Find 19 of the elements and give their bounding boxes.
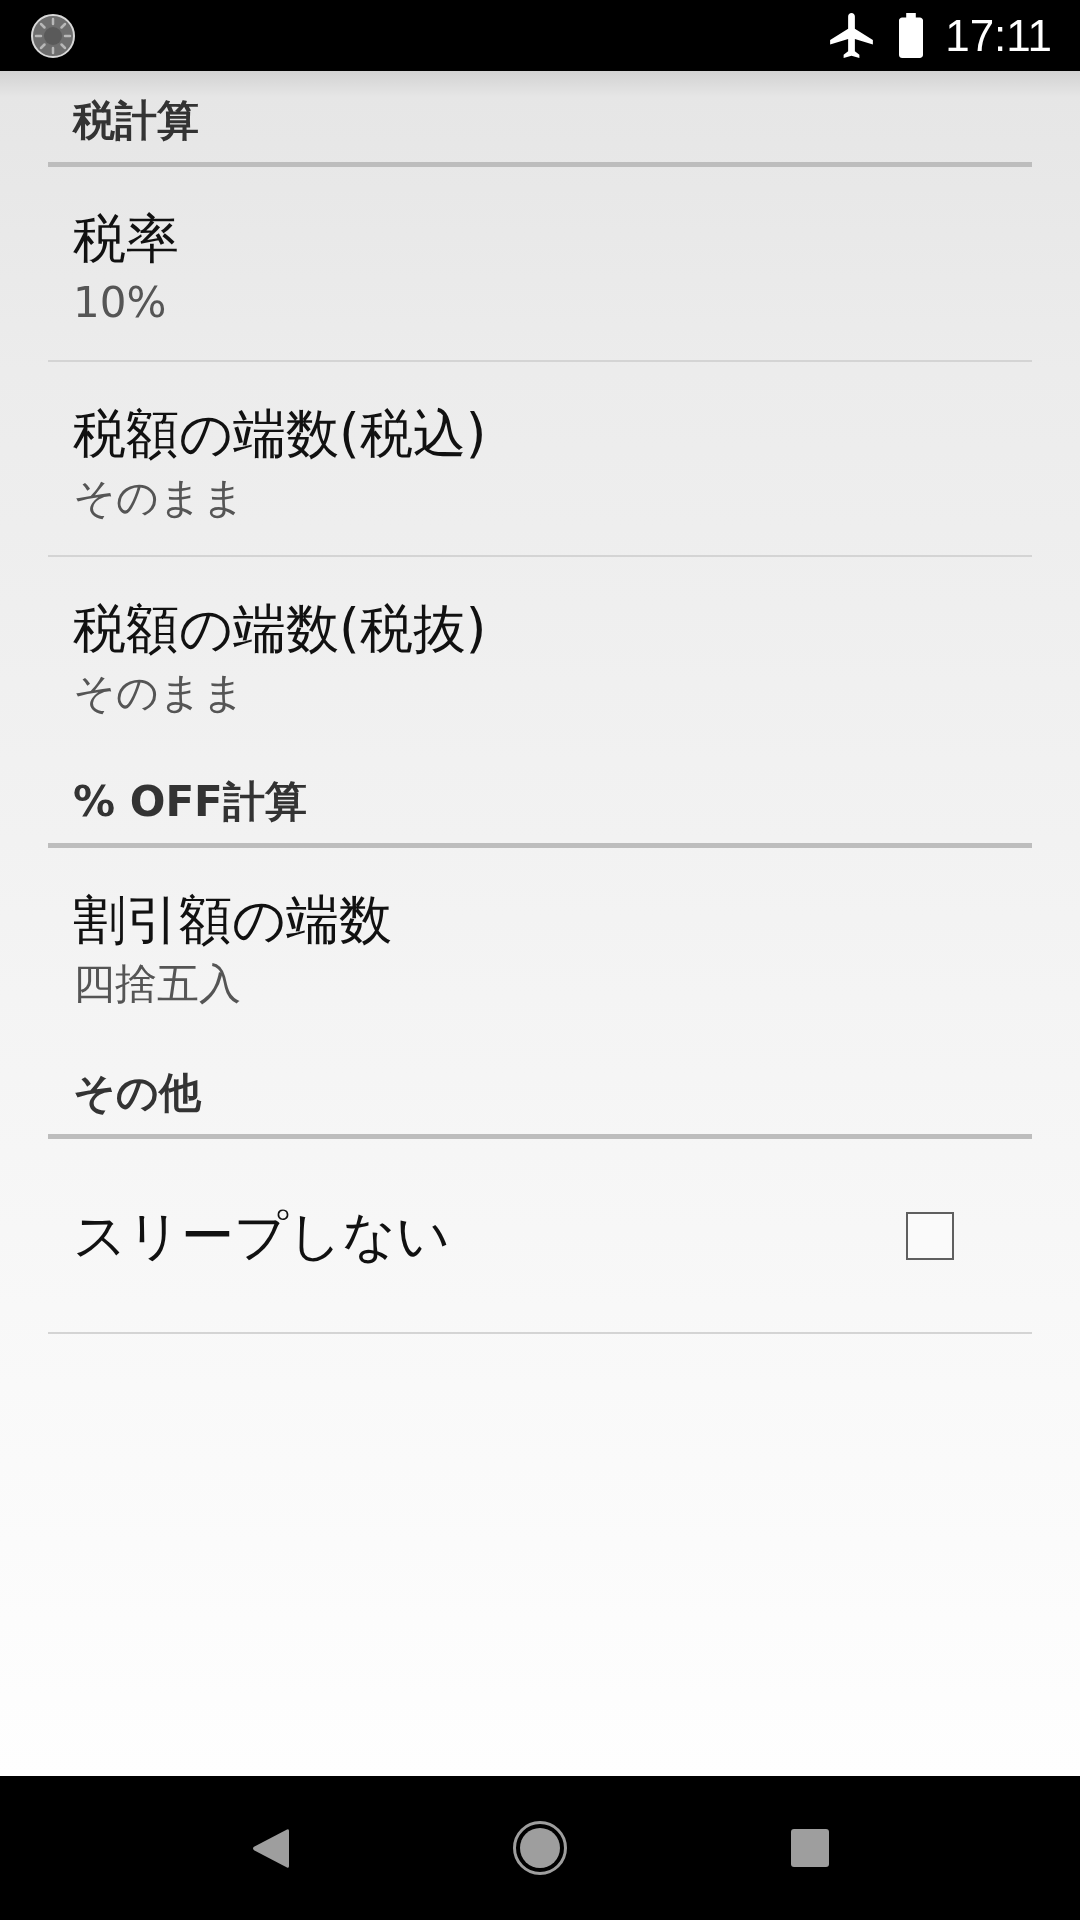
section-header: % OFF計算 xyxy=(73,781,307,823)
airplane-icon xyxy=(830,13,874,58)
back-icon[interactable] xyxy=(251,1827,289,1869)
setting-value: 10% xyxy=(73,282,167,324)
section-header: その他 xyxy=(73,1072,201,1114)
status-time: 17:11 xyxy=(945,10,1052,61)
section-header: 税計算 xyxy=(73,100,199,142)
setting-value: そのまま xyxy=(73,672,245,714)
battery-icon xyxy=(899,13,924,58)
home-icon[interactable] xyxy=(513,1821,567,1875)
setting-value: 四捨五入 xyxy=(73,963,241,1005)
setting-title[interactable]: 税率 xyxy=(73,211,179,267)
checkbox[interactable] xyxy=(906,1211,954,1260)
setting-title[interactable]: 割引額の端数 xyxy=(73,892,392,948)
setting-title[interactable]: スリープしない xyxy=(73,1207,450,1264)
spinner-icon xyxy=(31,13,75,58)
setting-title[interactable]: 税額の端数(税抜) xyxy=(73,601,487,657)
setting-value: そのまま xyxy=(73,477,245,519)
setting-title[interactable]: 税額の端数(税込) xyxy=(73,406,487,462)
